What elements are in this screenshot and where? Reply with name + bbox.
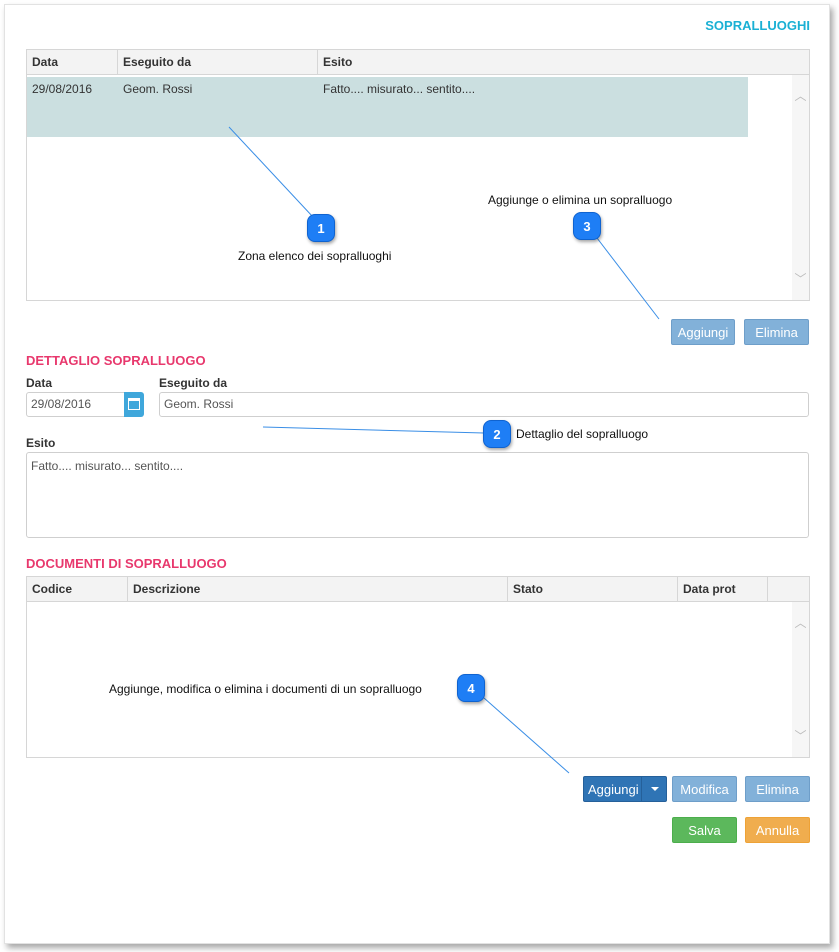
callout-4-text: Aggiunge, modifica o elimina i documenti… [109, 682, 422, 696]
caret-down-icon [651, 787, 659, 791]
sopralluoghi-grid-header: Data Eseguito da Esito [27, 50, 809, 75]
sopralluoghi-delete-button[interactable]: Elimina [744, 319, 809, 345]
column-header-data-prot[interactable]: Data prot [678, 577, 768, 602]
callout-1-badge: 1 [307, 214, 335, 242]
data-label: Data [26, 376, 53, 390]
table-row[interactable]: 29/08/2016 Geom. Rossi Fatto.... misurat… [27, 77, 748, 137]
documenti-add-label: Aggiungi [588, 782, 639, 797]
column-header-stato[interactable]: Stato [508, 577, 678, 602]
callout-3-badge: 3 [573, 212, 601, 240]
esito-label: Esito [26, 436, 56, 450]
callout-2-badge: 2 [483, 420, 511, 448]
sopralluoghi-grid: Data Eseguito da Esito 29/08/2016 Geom. … [26, 49, 810, 301]
date-picker-button[interactable] [124, 392, 144, 417]
esito-field[interactable]: Fatto.... misurato... sentito.... [26, 452, 809, 538]
column-header-descrizione[interactable]: Descrizione [128, 577, 508, 602]
documenti-title: DOCUMENTI DI SOPRALLUOGO [26, 556, 227, 571]
column-header-esito[interactable]: Esito [318, 50, 809, 75]
cell-eseguito-da: Geom. Rossi [123, 82, 193, 96]
sopralluoghi-add-button[interactable]: Aggiungi [671, 319, 735, 345]
column-header-data[interactable]: Data [27, 50, 118, 75]
scroll-down-icon[interactable]: ﹀ [794, 273, 807, 286]
add-dropdown-toggle[interactable] [641, 777, 666, 801]
callout-1-text: Zona elenco dei sopralluoghi [238, 249, 392, 263]
documenti-grid: Codice Descrizione Stato Data prot ︿ ﹀ [26, 576, 810, 758]
sopralluoghi-title: SOPRALLUOGHI [705, 18, 810, 33]
cancel-button[interactable]: Annulla [745, 817, 810, 843]
data-field[interactable]: 29/08/2016 [26, 392, 126, 417]
documenti-add-button[interactable]: Aggiungi [583, 776, 667, 802]
callout-3-text: Aggiunge o elimina un sopralluogo [488, 193, 673, 207]
dettaglio-title: DETTAGLIO SOPRALLUOGO [26, 353, 206, 368]
callout-2-text: Dettaglio del sopralluogo [516, 427, 649, 441]
cell-esito: Fatto.... misurato... sentito.... [323, 82, 476, 96]
scroll-up-icon[interactable]: ︿ [794, 90, 807, 103]
scroll-down-icon[interactable]: ﹀ [794, 730, 807, 743]
sopralluoghi-scrollbar[interactable]: ︿ ﹀ [792, 75, 809, 300]
save-button[interactable]: Salva [672, 817, 737, 843]
column-header-codice[interactable]: Codice [27, 577, 128, 602]
cell-data: 29/08/2016 [32, 82, 93, 96]
eseguito-field[interactable]: Geom. Rossi [159, 392, 809, 417]
column-header-eseguito-da[interactable]: Eseguito da [118, 50, 318, 75]
documenti-edit-button[interactable]: Modifica [672, 776, 737, 802]
documenti-delete-button[interactable]: Elimina [745, 776, 810, 802]
scroll-up-icon[interactable]: ︿ [794, 617, 807, 630]
calendar-icon [128, 398, 140, 410]
callout-4-badge: 4 [457, 674, 485, 702]
documenti-grid-header: Codice Descrizione Stato Data prot [27, 577, 809, 602]
documenti-scrollbar[interactable]: ︿ ﹀ [792, 602, 809, 757]
eseguito-label: Eseguito da [159, 376, 228, 390]
